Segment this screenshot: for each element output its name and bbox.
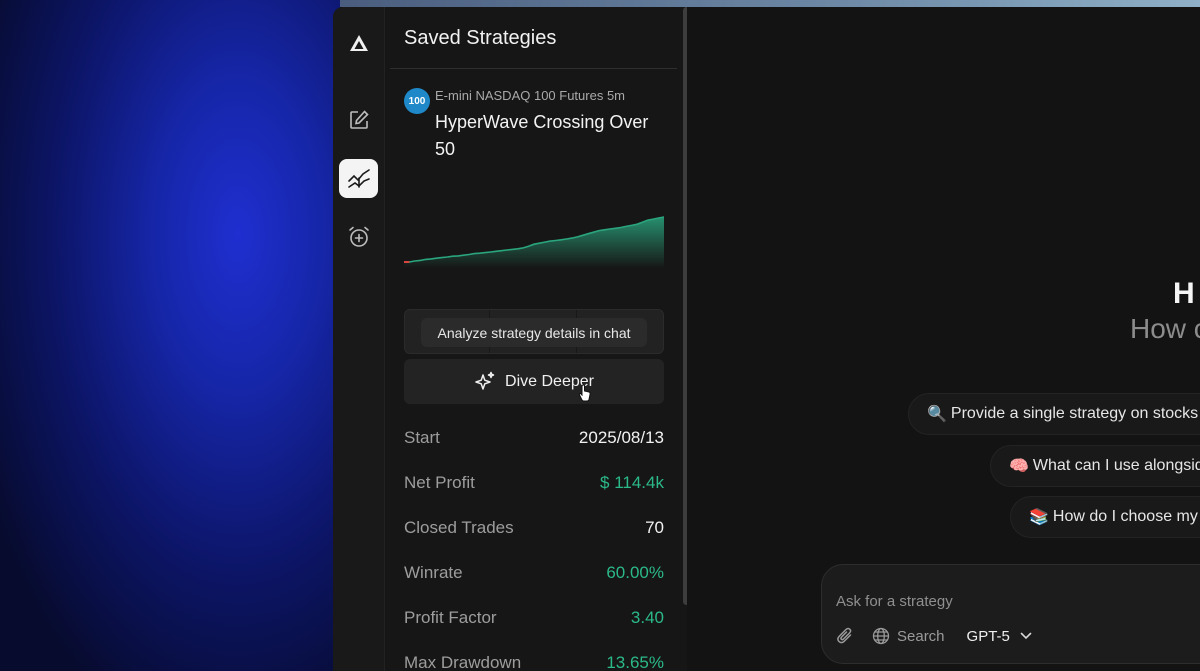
instrument-label: E-mini NASDAQ 100 Futures 5m (435, 88, 626, 103)
stat-label: Net Profit (404, 473, 475, 492)
stat-value: 13.65% (606, 653, 664, 671)
greeting-title: H (1173, 277, 1195, 310)
stat-row: Max Drawdown 13.65% (404, 650, 664, 671)
equity-area (404, 217, 664, 267)
divider (390, 68, 677, 69)
strategies-icon[interactable] (339, 159, 378, 198)
icon-rail (333, 7, 385, 671)
app-window: Saved Strategies 100 E-mini NASDAQ 100 F… (333, 7, 1200, 671)
chevron-down-icon (1020, 632, 1032, 640)
saved-strategies-panel: Saved Strategies 100 E-mini NASDAQ 100 F… (385, 7, 690, 671)
search-toggle[interactable]: Search (872, 627, 945, 645)
composer-toolbar: Search GPT-5 (836, 627, 1032, 645)
globe-icon (872, 627, 890, 645)
chat-input[interactable]: Ask for a strategy (836, 593, 953, 610)
greeting-subtitle: How c (1130, 313, 1200, 344)
panel-title: Saved Strategies (404, 27, 557, 49)
suggestion-chip-3[interactable]: 📚 How do I choose my s (1010, 496, 1200, 538)
model-selector[interactable]: GPT-5 (967, 628, 1032, 645)
stat-row: Profit Factor 3.40 (404, 605, 664, 631)
stat-value: 2025/08/13 (578, 428, 664, 447)
suggestion-text: Provide a single strategy on stocks w (950, 405, 1200, 422)
new-chat-icon[interactable] (339, 100, 378, 139)
dive-deeper-button[interactable]: Dive Deeper (404, 359, 664, 404)
stat-value: 70 (645, 518, 664, 537)
alarm-add-icon[interactable] (339, 217, 378, 256)
suggestion-chip-1[interactable]: 🔍 Provide a single strategy on stocks w (908, 393, 1200, 435)
chat-composer[interactable]: Ask for a strategy Search GPT-5 (821, 564, 1200, 664)
logo-icon[interactable] (339, 23, 378, 62)
stat-row: Winrate 60.00% (404, 560, 664, 586)
stat-label: Profit Factor (404, 608, 497, 627)
stat-value: 60.00% (606, 563, 664, 582)
stat-value: $ 114.4k (600, 473, 664, 492)
magnifier-emoji-icon: 🔍 (927, 406, 947, 423)
stat-row: Start 2025/08/13 (404, 425, 664, 451)
sparkles-icon (475, 371, 495, 390)
stat-value: 3.40 (630, 608, 664, 627)
stat-label: Max Drawdown (404, 653, 522, 671)
chat-main: H How c 🔍 Provide a single strategy on s… (687, 7, 1200, 671)
desktop-background (0, 0, 340, 671)
strategy-name[interactable]: HyperWave Crossing Over 50 (435, 109, 665, 163)
brain-emoji-icon: 🧠 (1009, 458, 1029, 475)
stat-label: Winrate (404, 563, 463, 582)
equity-curve-chart (404, 216, 664, 267)
stat-label: Closed Trades (404, 518, 514, 537)
books-emoji-icon: 📚 (1029, 509, 1049, 526)
suggestion-chip-2[interactable]: 🧠 What can I use alongside (990, 445, 1200, 487)
suggestion-text: What can I use alongside (1032, 457, 1200, 474)
paperclip-icon[interactable] (836, 627, 854, 645)
search-label: Search (897, 627, 945, 645)
hand-cursor-icon (578, 384, 591, 402)
instrument-badge: 100 (404, 88, 430, 114)
tooltip: Analyze strategy details in chat (421, 318, 647, 347)
stat-label: Start (404, 428, 440, 447)
model-label: GPT-5 (966, 627, 1010, 645)
window-top-edge (340, 0, 1200, 7)
stat-row: Net Profit $ 114.4k (404, 470, 664, 496)
suggestion-text: How do I choose my s (1052, 508, 1200, 525)
stat-row: Closed Trades 70 (404, 515, 664, 541)
